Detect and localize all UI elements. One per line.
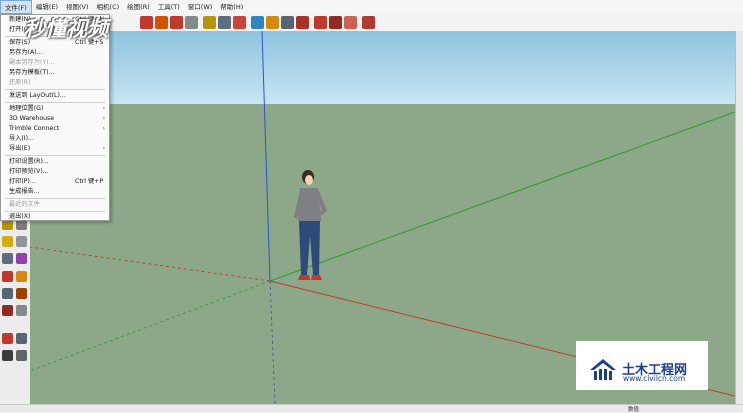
badge-url: www.civilcn.com xyxy=(623,374,686,383)
menu-item-recent-files[interactable]: 最近的文件 xyxy=(1,200,109,210)
menu-edit[interactable]: 编辑(E) xyxy=(32,0,62,14)
menu-item-label: 生成报告... xyxy=(9,188,40,195)
orbit-tool-icon[interactable] xyxy=(251,16,264,29)
menu-item-label: 另存为模板(T)... xyxy=(9,69,55,76)
menu-view[interactable]: 视图(V) xyxy=(62,0,93,14)
pan-tool-icon[interactable] xyxy=(266,16,279,29)
menu-item-save-as-template[interactable]: 另存为模板(T)... xyxy=(1,68,109,78)
menu-draw[interactable]: 绘图(R) xyxy=(123,0,154,14)
submenu-arrow-icon: › xyxy=(102,105,105,112)
menu-item-revert[interactable]: 还原(R) xyxy=(1,78,109,88)
menu-tools[interactable]: 工具(T) xyxy=(154,0,184,14)
zoom-icon[interactable] xyxy=(2,288,13,299)
paint-bucket-icon[interactable] xyxy=(233,16,246,29)
warehouse-icon[interactable] xyxy=(314,16,327,29)
menu-item-exit[interactable]: 退出(X) xyxy=(1,212,109,222)
menu-item-label: 退出(X) xyxy=(9,213,31,220)
red-axis-negative xyxy=(30,246,271,282)
zoom-extents-icon[interactable] xyxy=(296,16,309,29)
menu-item-print[interactable]: 打印(P)... Ctrl 键+P xyxy=(1,177,109,187)
submenu-arrow-icon: › xyxy=(102,115,105,122)
menu-item-label: 导出(E) xyxy=(9,145,31,152)
section-plane-icon[interactable] xyxy=(16,350,27,361)
menu-item-export[interactable]: 导出(E) › xyxy=(1,144,109,154)
walk-icon[interactable] xyxy=(2,350,13,361)
badge-logo-icon xyxy=(590,359,616,380)
axes-icon[interactable] xyxy=(2,253,13,264)
blue-axis-negative xyxy=(269,280,276,404)
menu-window[interactable]: 窗口(W) xyxy=(184,0,217,14)
menu-item-label: 打印(P)... xyxy=(9,178,36,185)
measurements-label: 数值 xyxy=(628,407,640,413)
video-watermark: 秒懂视频 xyxy=(24,16,108,41)
scale-tool-icon[interactable] xyxy=(185,16,198,29)
zoom-tool-icon[interactable] xyxy=(281,16,294,29)
menu-item-print-preview[interactable]: 打印预览(V)... xyxy=(1,167,109,177)
menu-item-label: Trimble Connect xyxy=(9,125,60,132)
hand-icon[interactable] xyxy=(16,271,27,282)
menu-item-save-copy-as[interactable]: 副本另存为(Y)... xyxy=(1,58,109,68)
menu-item-label: 打印设置(R)... xyxy=(9,158,49,165)
menu-item-label: 另存为(A)... xyxy=(9,49,43,56)
menu-item-trimble-connect[interactable]: Trimble Connect › xyxy=(1,124,109,134)
extension-warehouse-icon[interactable] xyxy=(329,16,342,29)
menu-item-save-as[interactable]: 另存为(A)... xyxy=(1,48,109,58)
arc-tool-icon[interactable] xyxy=(140,16,153,29)
green-axis xyxy=(269,108,743,282)
text-tool-icon[interactable] xyxy=(218,16,231,29)
zoom-extents-icon-2[interactable] xyxy=(2,305,13,316)
menu-item-label: 最近的文件 xyxy=(9,201,40,208)
menu-bar: 文件(F) 编辑(E) 视图(V) 相机(C) 绘图(R) 工具(T) 窗口(W… xyxy=(0,0,743,15)
orbit-icon[interactable] xyxy=(2,271,13,282)
submenu-arrow-icon: › xyxy=(102,125,105,132)
menu-item-label: 发送到 LayOut(L)... xyxy=(9,92,66,99)
text-tool-icon-2[interactable] xyxy=(16,236,27,247)
look-around-icon[interactable] xyxy=(16,333,27,344)
main-toolbar xyxy=(110,14,743,32)
menu-camera[interactable]: 相机(C) xyxy=(93,0,124,14)
menu-item-send-to-layout[interactable]: 发送到 LayOut(L)... xyxy=(1,91,109,101)
submenu-arrow-icon: › xyxy=(102,145,105,152)
previous-view-icon[interactable] xyxy=(16,305,27,316)
position-camera-icon[interactable] xyxy=(2,333,13,344)
menu-item-label: 还原(R) xyxy=(9,79,31,86)
blue-axis xyxy=(261,31,271,282)
menu-separator xyxy=(5,102,105,103)
green-axis-negative xyxy=(30,280,271,372)
menu-separator xyxy=(5,155,105,156)
tape-measure-icon[interactable] xyxy=(203,16,216,29)
menu-item-geo-location[interactable]: 地理位置(G) › xyxy=(1,104,109,114)
section-icon[interactable] xyxy=(16,253,27,264)
menu-item-print-setup[interactable]: 打印设置(R)... xyxy=(1,157,109,167)
zoom-window-icon[interactable] xyxy=(16,288,27,299)
menu-item-label: 导入(I)... xyxy=(9,135,34,142)
share-model-icon[interactable] xyxy=(344,16,357,29)
menu-item-label: 地理位置(G) xyxy=(9,105,44,112)
person-figure xyxy=(294,170,327,280)
menu-separator xyxy=(5,198,105,199)
menu-separator xyxy=(5,89,105,90)
menu-item-import[interactable]: 导入(I)... xyxy=(1,134,109,144)
right-panel-edge[interactable] xyxy=(735,31,743,404)
menu-item-3d-warehouse[interactable]: 3D Warehouse › xyxy=(1,114,109,124)
menu-item-label: 副本另存为(Y)... xyxy=(9,59,55,66)
move-tool-icon[interactable] xyxy=(155,16,168,29)
menu-file[interactable]: 文件(F) xyxy=(0,0,32,14)
line-tool-icon[interactable] xyxy=(2,236,13,247)
file-menu-dropdown: 新建(N) Ctrl 键+N 打开(O)... 保存(S) Ctrl 键+S 另存为… xyxy=(0,14,110,221)
rotate-tool-icon[interactable] xyxy=(170,16,183,29)
menu-help[interactable]: 帮助(H) xyxy=(216,0,247,14)
menu-item-shortcut: Ctrl 键+P xyxy=(75,178,104,185)
menu-item-label: 打印预览(V)... xyxy=(9,168,49,175)
menu-item-label: 3D Warehouse xyxy=(9,115,55,122)
layout-icon[interactable] xyxy=(362,16,375,29)
menu-item-generate-report[interactable]: 生成报告... xyxy=(1,187,109,197)
